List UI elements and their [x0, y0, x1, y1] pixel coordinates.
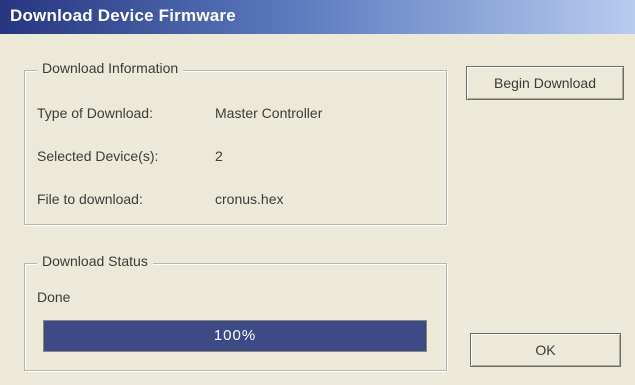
selected-devices-label: Selected Device(s):	[37, 148, 159, 164]
download-information-legend: Download Information	[37, 60, 184, 76]
title-bar[interactable]: Download Device Firmware	[0, 0, 635, 34]
ok-button[interactable]: OK	[470, 333, 621, 367]
file-to-download-value: cronus.hex	[215, 191, 284, 207]
file-to-download-label: File to download:	[37, 191, 143, 207]
window-title: Download Device Firmware	[10, 6, 236, 25]
begin-download-button[interactable]: Begin Download	[466, 66, 624, 100]
download-state-label: Done	[37, 289, 71, 305]
type-of-download-label: Type of Download:	[37, 105, 153, 121]
download-firmware-dialog: Download Device Firmware Download Inform…	[0, 0, 635, 385]
selected-devices-value: 2	[215, 148, 223, 164]
type-of-download-value: Master Controller	[215, 105, 323, 121]
download-status-group: Download Status Done 100%	[24, 253, 447, 371]
download-progress-bar: 100%	[43, 320, 427, 352]
progress-percent-text: 100%	[213, 327, 257, 344]
download-status-legend: Download Status	[37, 253, 153, 269]
download-information-group: Download Information Type of Download: M…	[24, 60, 447, 225]
